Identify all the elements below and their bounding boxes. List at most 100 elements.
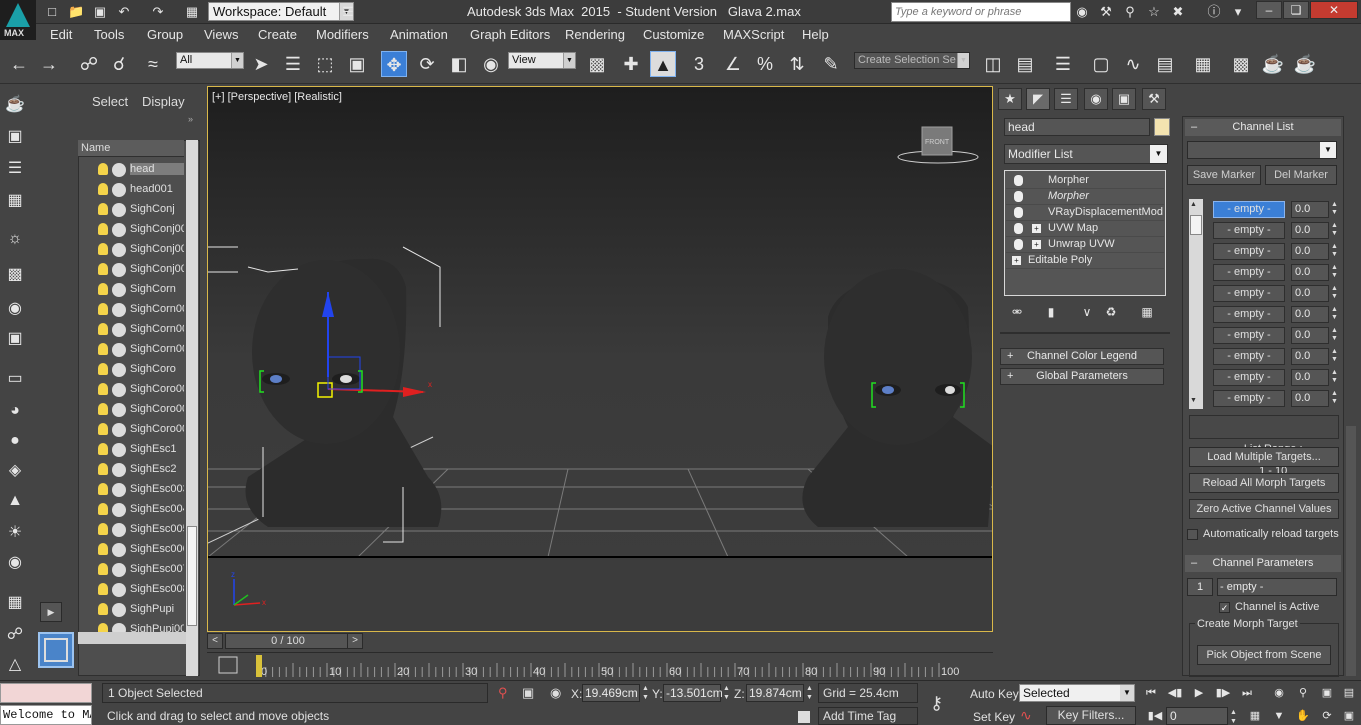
selection-filter-dropdown[interactable]: All ▼ — [176, 52, 244, 69]
zoom-all-icon[interactable]: ▤ — [1340, 684, 1358, 702]
frame-spinner[interactable]: ▲ ▼ — [1230, 708, 1238, 725]
undo-icon[interactable]: ← — [6, 51, 32, 77]
light-bulb-icon[interactable] — [98, 343, 108, 355]
subscription-icon[interactable]: ⚒ — [1098, 4, 1114, 19]
menu-create[interactable]: Create — [258, 27, 297, 42]
viewport-label[interactable]: [+] [Perspective] [Realistic] — [212, 91, 342, 103]
video-camera-icon[interactable]: ▣ — [3, 328, 27, 350]
tab-modify-icon[interactable]: ◤ — [1026, 88, 1050, 110]
bind-space-warp-icon[interactable]: ≈ — [140, 51, 166, 77]
next-frame-arrow[interactable]: > — [347, 633, 363, 649]
object-name-field[interactable]: head — [1004, 118, 1150, 136]
select-and-place-icon[interactable]: ◉ — [478, 51, 504, 77]
tab-display-icon[interactable]: ▣ — [1112, 88, 1136, 110]
light-bulb-icon[interactable] — [98, 403, 108, 415]
scene-object-row[interactable]: SighEsc1 — [78, 440, 184, 460]
light-bulb-icon[interactable] — [98, 483, 108, 495]
show-end-result-icon[interactable]: ▮ — [1042, 304, 1060, 320]
expand-plus-icon[interactable]: + — [1012, 256, 1021, 265]
curve-editor-icon[interactable]: ∿ — [1120, 51, 1146, 77]
visibility-icon[interactable] — [112, 523, 126, 537]
light-bulb-icon[interactable] — [98, 543, 108, 555]
viewcube[interactable]: FRONT — [897, 126, 979, 164]
set-key-button[interactable]: Set Key — [973, 710, 1015, 724]
grid-icon[interactable]: ▦ — [3, 592, 27, 614]
help-dropdown-icon[interactable]: ▾ — [1230, 4, 1246, 19]
spinner-snap-icon[interactable]: ⇅ — [784, 51, 810, 77]
plane-icon[interactable]: ▭ — [3, 368, 27, 390]
camera-icon[interactable]: ▩ — [3, 264, 27, 286]
channel-value-field[interactable]: 0.0 — [1291, 306, 1329, 323]
visibility-icon[interactable] — [112, 383, 126, 397]
select-and-scale-icon[interactable]: ◧ — [446, 51, 472, 77]
sun-icon[interactable]: ☀ — [3, 522, 27, 544]
redo-icon[interactable]: ↷ — [150, 4, 166, 19]
field-of-view-icon[interactable]: ▼ — [1270, 707, 1288, 725]
channel-value-spinner[interactable]: ▲ ▼ — [1331, 243, 1339, 260]
helper-icon[interactable]: △ — [3, 654, 27, 676]
channel-value-spinner[interactable]: ▲ ▼ — [1331, 285, 1339, 302]
maxscript-mini-listener[interactable] — [0, 683, 92, 703]
go-to-start-icon[interactable]: ⏮ — [1142, 684, 1160, 702]
channel-value-field[interactable]: 0.0 — [1291, 285, 1329, 302]
visibility-icon[interactable] — [112, 163, 126, 177]
pin-stack-icon[interactable]: ⚮ — [1008, 304, 1026, 320]
binoculars-icon[interactable]: ◉ — [1074, 4, 1090, 19]
channel-name-field[interactable]: - empty - — [1217, 578, 1337, 596]
render-production-icon[interactable]: ☕ — [1292, 51, 1318, 77]
reference-coordinate-dropdown[interactable]: View ▼ — [508, 52, 576, 69]
light-bulb-icon[interactable] — [98, 183, 108, 195]
channel-value-field[interactable]: 0.0 — [1291, 243, 1329, 260]
modifier-list-dropdown[interactable]: Modifier List ▼ — [1004, 144, 1168, 164]
select-and-rotate-icon[interactable]: ⟳ — [414, 51, 440, 77]
expand-plus-icon[interactable]: + — [1032, 224, 1041, 233]
morph-channel-row[interactable]: - empty - 0.0 ▲ ▼ — [1213, 264, 1343, 283]
select-manipulate-icon[interactable]: ✚ — [618, 51, 644, 77]
tab-motion-icon[interactable]: ◉ — [1084, 88, 1108, 110]
menu-customize[interactable]: Customize — [643, 27, 704, 42]
menu-tools[interactable]: Tools — [94, 27, 124, 42]
menu-views[interactable]: Views — [204, 27, 238, 42]
key-icon[interactable]: ⚷ — [930, 693, 943, 714]
channel-name-button[interactable]: - empty - — [1213, 285, 1285, 302]
scene-object-row[interactable]: SighCoro00 — [78, 380, 184, 400]
menu-animation[interactable]: Animation — [390, 27, 448, 42]
make-unique-icon[interactable]: ∨ — [1078, 304, 1096, 320]
rollout-channel-parameters[interactable]: – Channel Parameters — [1185, 555, 1341, 572]
scene-object-row[interactable]: head001 — [78, 180, 184, 200]
channel-value-spinner[interactable]: ▲ ▼ — [1331, 348, 1339, 365]
expand-panel-button[interactable]: ▶ — [40, 602, 62, 622]
visibility-icon[interactable] — [112, 343, 126, 357]
select-by-name-icon[interactable]: ☰ — [280, 51, 306, 77]
minimize-button[interactable]: – — [1256, 1, 1282, 19]
scene-object-row[interactable]: SighEsc008 — [78, 580, 184, 600]
visibility-icon[interactable] — [112, 403, 126, 417]
workspace-selector[interactable]: Workspace: Default ▼ — [208, 2, 354, 21]
expand-plus-icon[interactable]: + — [1032, 240, 1041, 249]
morph-channel-row[interactable]: - empty - 0.0 ▲ ▼ — [1213, 243, 1343, 262]
communication-icon[interactable]: ⚲ — [1122, 4, 1138, 19]
scene-explorer-toggle-icon[interactable]: ☰ — [1050, 51, 1076, 77]
visibility-icon[interactable] — [112, 543, 126, 557]
configure-modifier-sets-icon[interactable]: ▦ — [1138, 304, 1156, 320]
visibility-icon[interactable] — [112, 443, 126, 457]
visibility-icon[interactable] — [112, 263, 126, 277]
x-spinner[interactable]: ▲ ▼ — [642, 684, 650, 702]
rollout-channel-color-legend[interactable]: + Channel Color Legend — [1000, 348, 1164, 365]
light-bulb-icon[interactable] — [98, 423, 108, 435]
scene-object-row[interactable]: SighConj00 — [78, 220, 184, 240]
scrollbar-thumb[interactable] — [187, 526, 197, 626]
snaps-toggle-icon[interactable]: 3 — [686, 51, 712, 77]
modifier-toggle-icon[interactable] — [1014, 207, 1023, 218]
horizontal-scrollbar[interactable] — [78, 632, 186, 644]
channel-value-field[interactable]: 0.0 — [1291, 201, 1329, 218]
scene-object-row[interactable]: SighCorn00 — [78, 320, 184, 340]
load-multiple-targets-button[interactable]: Load Multiple Targets... — [1189, 447, 1339, 467]
dome-icon[interactable]: ◕ — [3, 400, 27, 422]
visibility-icon[interactable] — [112, 283, 126, 297]
rectangular-selection-icon[interactable]: ⬚ — [312, 51, 338, 77]
play-icon[interactable]: ▶ — [1190, 684, 1208, 702]
material-editor-icon[interactable]: ▦ — [1190, 51, 1216, 77]
scene-object-row[interactable]: SighEsc003 — [78, 480, 184, 500]
previous-frame-icon[interactable]: ◀▮ — [1166, 684, 1184, 702]
